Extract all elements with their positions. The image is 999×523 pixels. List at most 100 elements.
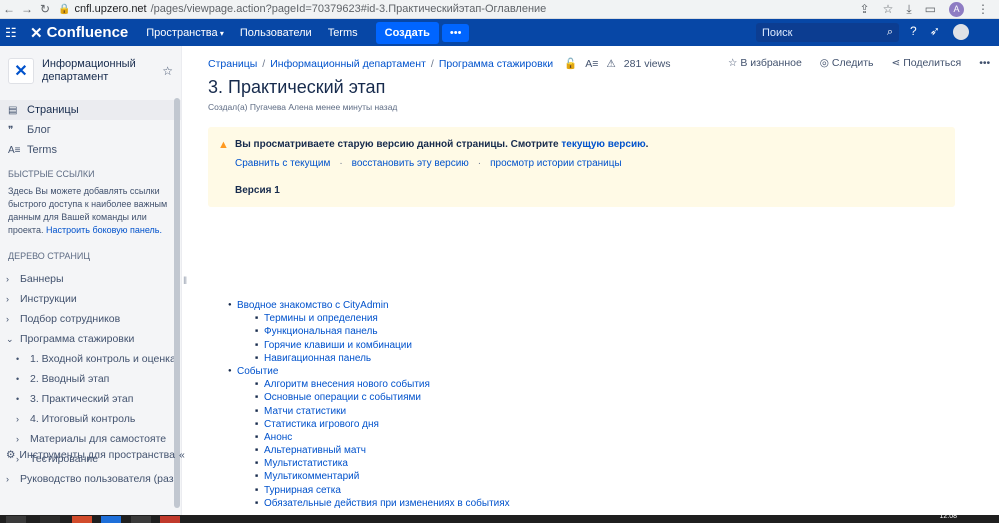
toc-item: ■ Турнирная сетка bbox=[228, 484, 510, 497]
watch-label: Следить bbox=[831, 57, 874, 69]
collapse-icon[interactable]: « bbox=[179, 449, 185, 461]
sidebar-resize-handle[interactable]: ‖ bbox=[183, 276, 187, 287]
toc-link[interactable]: Мультистатистика bbox=[264, 457, 348, 470]
toc-link[interactable]: Вводное знакомство с CityAdmin bbox=[237, 299, 389, 312]
create-more-button[interactable]: ••• bbox=[441, 23, 470, 42]
bullet-icon: ■ bbox=[255, 433, 259, 440]
chevron-right-icon[interactable]: › bbox=[6, 294, 14, 304]
toc-link[interactable]: Горячие клавиши и комбинации bbox=[264, 339, 412, 352]
share-button[interactable]: ⋖ Поделиться bbox=[891, 57, 961, 69]
toc-link[interactable]: Турнирная сетка bbox=[264, 484, 341, 497]
toc-link[interactable]: Основные операции с событиями bbox=[264, 391, 421, 404]
terms-icon[interactable]: A≡ bbox=[585, 58, 598, 70]
taskbar-app-icon[interactable] bbox=[101, 516, 121, 523]
help-icon[interactable]: ? bbox=[910, 24, 917, 40]
nav-people[interactable]: Пользователи bbox=[240, 27, 312, 39]
breadcrumb-pages[interactable]: Страницы bbox=[208, 58, 257, 70]
page-tree-item[interactable]: • 1. Входной контроль и оценка bbox=[0, 349, 181, 369]
space-logo[interactable]: ✕ bbox=[8, 58, 34, 84]
star-icon[interactable]: ☆ bbox=[162, 64, 173, 78]
taskbar-app-icon[interactable] bbox=[160, 516, 180, 523]
current-version-link[interactable]: текущую версию bbox=[561, 139, 645, 150]
restore-link[interactable]: восстановить эту версию bbox=[352, 158, 469, 169]
taskbar-app-icon[interactable] bbox=[72, 516, 92, 523]
bullet-icon: ■ bbox=[255, 486, 259, 493]
start-icon[interactable] bbox=[6, 516, 26, 523]
compare-link[interactable]: Сравнить с текущим bbox=[235, 158, 330, 169]
toc-link[interactable]: Статистика игрового дня bbox=[264, 418, 379, 431]
bullet-icon: ● bbox=[228, 302, 232, 308]
sidebar-item-blog[interactable]: ❞ Блог bbox=[0, 120, 181, 140]
sidebar-item-pages[interactable]: ▤ Страницы bbox=[0, 100, 181, 120]
forward-arrow-icon[interactable]: → bbox=[18, 2, 36, 16]
history-link[interactable]: просмотр истории страницы bbox=[490, 158, 622, 169]
page-tree-item[interactable]: • 3. Практический этап bbox=[0, 389, 181, 409]
brand-name: Confluence bbox=[46, 24, 129, 41]
page-tree-item[interactable]: ⌄ Программа стажировки bbox=[0, 329, 181, 349]
page-tree-item[interactable]: › Материалы для самостояте bbox=[0, 429, 181, 449]
toc-link[interactable]: Анонс bbox=[264, 431, 292, 444]
favorite-button[interactable]: ☆ В избранное bbox=[728, 57, 802, 69]
chevron-right-icon[interactable]: › bbox=[16, 414, 24, 424]
create-button[interactable]: Создать bbox=[375, 21, 439, 44]
configure-sidebar-link[interactable]: Настроить боковую панель. bbox=[46, 225, 162, 235]
share-page-icon[interactable]: ⇪ bbox=[860, 2, 870, 16]
nav-terms[interactable]: Terms bbox=[328, 27, 358, 39]
taskbar-app-icon[interactable] bbox=[131, 516, 151, 523]
taskbar-app-icon[interactable] bbox=[40, 516, 60, 523]
notifications-icon[interactable]: ➶ bbox=[930, 24, 940, 40]
space-header: ✕ Информационный департамент ☆ bbox=[0, 46, 181, 90]
toc-link[interactable]: Мультикомментарий bbox=[264, 470, 359, 483]
more-actions-button[interactable]: ••• bbox=[979, 57, 990, 69]
sidebar-item-label: Блог bbox=[27, 124, 51, 136]
toc-link[interactable]: Термины и определения bbox=[264, 312, 378, 325]
page-views[interactable]: 281 views bbox=[624, 58, 671, 70]
toc-link[interactable]: Навигационная панель bbox=[264, 352, 371, 365]
reload-icon[interactable]: ↻ bbox=[36, 2, 54, 16]
toc-link[interactable]: Функциональная панель bbox=[264, 325, 378, 338]
toc-link[interactable]: Обязательные действия при изменениях в с… bbox=[264, 497, 510, 510]
browser-menu-icon[interactable]: ⋮ bbox=[977, 2, 989, 16]
nav-spaces[interactable]: Пространства bbox=[146, 27, 224, 39]
watch-button[interactable]: ◎ Следить bbox=[820, 57, 874, 69]
chevron-right-icon[interactable]: › bbox=[6, 314, 14, 324]
toc-link[interactable]: Алгоритм внесения нового события bbox=[264, 378, 430, 391]
lock-icon: 🔒 bbox=[58, 3, 71, 15]
restrictions-icon[interactable]: 🔓 bbox=[564, 57, 577, 70]
chevron-down-icon[interactable]: ⌄ bbox=[6, 334, 14, 345]
space-tools-button[interactable]: ⚙ Инструменты для пространства « bbox=[6, 449, 185, 461]
bookmark-star-icon[interactable]: ☆ bbox=[883, 2, 894, 16]
page-tree-item[interactable]: › Подбор сотрудников bbox=[0, 309, 181, 329]
url-host: cnfl.upzero.net bbox=[74, 3, 147, 15]
space-tools-label: Инструменты для пространства bbox=[19, 449, 175, 461]
chevron-right-icon[interactable]: › bbox=[16, 434, 24, 444]
sidebar-item-terms[interactable]: A≡ Terms bbox=[0, 140, 181, 160]
breadcrumb-space[interactable]: Информационный департамент bbox=[270, 58, 426, 70]
sidebar-scrollbar[interactable] bbox=[174, 98, 180, 508]
extensions-icon[interactable]: ▭ bbox=[925, 2, 936, 16]
back-arrow-icon[interactable]: ← bbox=[0, 2, 18, 16]
page-tree-item[interactable]: • 2. Вводный этап bbox=[0, 369, 181, 389]
page-tree-item[interactable]: › Инструкции bbox=[0, 289, 181, 309]
toc-link[interactable]: Матчи статистики bbox=[264, 405, 346, 418]
toc-item: ■ Матчи статистики bbox=[228, 405, 510, 418]
browser-profile-avatar[interactable]: A bbox=[949, 1, 964, 17]
page-tree-item[interactable]: › Руководство пользователя (разр bbox=[0, 469, 181, 489]
toc-link[interactable]: Альтернативный матч bbox=[264, 444, 366, 457]
address-bar[interactable]: 🔒 cnfl.upzero.net/pages/viewpage.action?… bbox=[58, 3, 546, 15]
space-name[interactable]: Информационный департамент bbox=[42, 58, 147, 84]
app-switcher-icon[interactable]: ☷ bbox=[5, 25, 27, 41]
confluence-logo[interactable]: ✕ Confluence bbox=[30, 24, 128, 42]
page-tree-item[interactable]: › 4. Итоговый контроль bbox=[0, 409, 181, 429]
toc-item: ■ Основные операции с событиями bbox=[228, 391, 510, 404]
analytics-icon[interactable]: ⚠ bbox=[606, 58, 615, 70]
chevron-right-icon[interactable]: › bbox=[6, 274, 14, 284]
breadcrumb-parent[interactable]: Программа стажировки bbox=[439, 58, 553, 70]
page-tree-item[interactable]: › Баннеры bbox=[0, 269, 181, 289]
toc-link[interactable]: Событие bbox=[237, 365, 278, 378]
user-avatar[interactable] bbox=[952, 24, 969, 40]
download-icon[interactable]: ⤓ bbox=[906, 2, 911, 17]
chevron-right-icon[interactable]: › bbox=[6, 474, 14, 484]
search-input[interactable]: Поиск ⌕ bbox=[756, 23, 899, 42]
eye-icon: ◎ bbox=[819, 57, 832, 69]
